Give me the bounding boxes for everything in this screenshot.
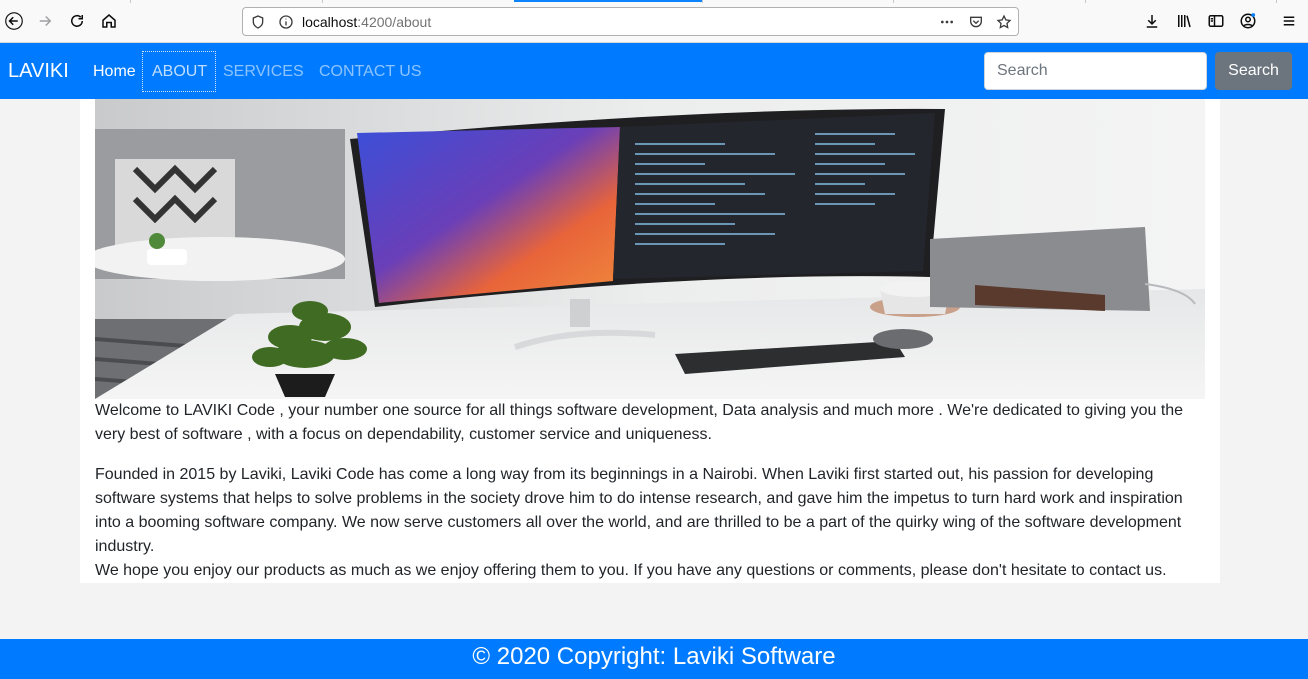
nav-services[interactable]: SERVICES — [223, 63, 304, 81]
search-input[interactable] — [984, 52, 1207, 90]
url-bar[interactable]: localhost:4200/about — [242, 7, 1019, 36]
shield-icon[interactable] — [249, 13, 267, 31]
library-icon[interactable] — [1174, 11, 1194, 31]
reload-icon[interactable] — [63, 7, 91, 35]
back-icon[interactable] — [0, 7, 28, 35]
url-text[interactable]: localhost:4200/about — [302, 14, 431, 30]
site-footer: © 2020 Copyright: Laviki Software — [0, 639, 1308, 679]
nav-about[interactable]: ABOUT — [152, 63, 207, 81]
url-host: localhost — [302, 14, 358, 30]
history-paragraph: Founded in 2015 by Laviki, Laviki Code h… — [95, 463, 1205, 583]
about-content: Welcome to LAVIKI Code , your number one… — [80, 99, 1220, 583]
more-icon[interactable] — [938, 13, 956, 31]
nav-contact[interactable]: CONTACT US — [319, 63, 422, 81]
search-button[interactable]: Search — [1215, 52, 1292, 90]
download-icon[interactable] — [1142, 11, 1162, 31]
brand-link[interactable]: LAVIKI — [8, 60, 69, 83]
hero-image — [95, 99, 1205, 399]
star-icon[interactable] — [995, 13, 1013, 31]
account-icon[interactable] — [1238, 11, 1258, 31]
intro-paragraph: Welcome to LAVIKI Code , your number one… — [95, 402, 1184, 443]
forward-icon[interactable] — [31, 7, 59, 35]
closing-text: We hope you enjoy our products as much a… — [95, 562, 1167, 579]
pocket-icon[interactable] — [967, 13, 985, 31]
history-text: Founded in 2015 by Laviki, Laviki Code h… — [95, 466, 1183, 555]
copyright-text: © 2020 Copyright: Laviki Software — [472, 643, 836, 670]
url-path: :4200/about — [357, 14, 432, 30]
menu-icon[interactable] — [1279, 11, 1299, 31]
sidebar-icon[interactable] — [1206, 11, 1226, 31]
home-icon[interactable] — [95, 7, 123, 35]
tab-strip — [0, 0, 1308, 3]
nav-home[interactable]: Home — [93, 63, 136, 81]
site-navbar: LAVIKI Home ABOUT SERVICES CONTACT US Se… — [0, 43, 1308, 99]
browser-toolbar: localhost:4200/about — [0, 0, 1308, 43]
info-icon[interactable] — [277, 13, 295, 31]
